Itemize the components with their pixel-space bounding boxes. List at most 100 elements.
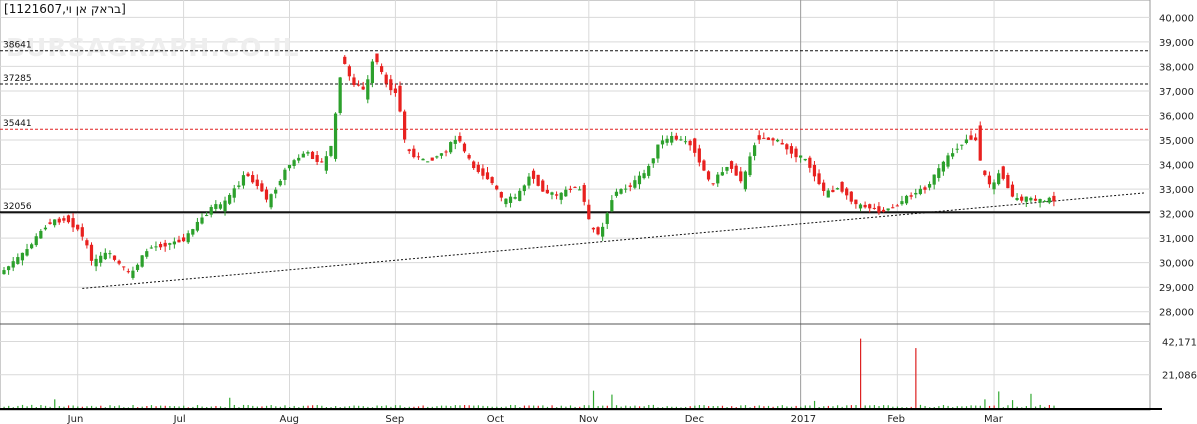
- volume-bar: [864, 405, 866, 408]
- volume-bar: [942, 405, 945, 408]
- volume-bar: [477, 405, 479, 408]
- volume-bar: [146, 406, 148, 408]
- candle-body: [752, 145, 757, 156]
- volume-bar: [744, 405, 747, 408]
- volume-bar: [491, 406, 493, 408]
- candle-body: [757, 135, 761, 140]
- volume-bar: [496, 406, 498, 408]
- volume-bar: [988, 405, 991, 408]
- candle-body: [720, 172, 724, 176]
- candle-body: [762, 137, 766, 139]
- volume-bar: [12, 407, 14, 408]
- candle-body: [228, 194, 232, 204]
- candle-body: [997, 173, 1001, 185]
- volume-bar: [206, 406, 208, 408]
- candle-body: [375, 53, 379, 63]
- x-tick-label: Sep: [385, 414, 404, 424]
- volume-bar: [841, 406, 843, 408]
- volume-bar: [528, 405, 530, 408]
- candle-body: [955, 148, 959, 150]
- volume-bar: [685, 406, 687, 408]
- y-tick-label: 36,000: [1159, 111, 1194, 122]
- volume-bar: [896, 406, 899, 408]
- candle-body: [430, 157, 434, 161]
- candle-body: [301, 153, 305, 158]
- volume-bar: [1034, 406, 1037, 408]
- volume-bar: [261, 406, 263, 408]
- candle-body: [251, 175, 255, 183]
- candle-body: [789, 146, 794, 154]
- candle-body: [1052, 195, 1056, 202]
- volume-bar: [901, 407, 903, 408]
- candle-body: [71, 218, 75, 228]
- candle-body: [983, 170, 987, 175]
- volume-bar: [210, 406, 212, 408]
- volume-bar: [49, 406, 51, 408]
- volume-bar: [381, 405, 383, 408]
- volume-bar: [510, 404, 512, 408]
- volume-bar: [565, 406, 567, 408]
- candle-body: [771, 138, 775, 141]
- candle-body: [154, 246, 158, 248]
- volume-bar: [215, 405, 217, 408]
- volume-bar: [537, 405, 539, 408]
- volume-bar: [289, 406, 291, 408]
- volume-bar: [1053, 405, 1055, 408]
- volume-bar: [54, 399, 56, 408]
- y-tick-label: 34,000: [1159, 161, 1194, 172]
- volume-bar: [910, 406, 912, 408]
- candle-body: [969, 135, 973, 140]
- candle-body: [946, 155, 950, 167]
- candle-body: [292, 160, 296, 166]
- candle-body: [545, 189, 549, 194]
- volume-bar: [358, 405, 360, 408]
- level-label: 37285: [3, 74, 32, 84]
- candle-body: [117, 260, 121, 264]
- candle-body: [343, 56, 347, 64]
- volume-bar: [569, 405, 572, 408]
- level-label: 32056: [3, 202, 32, 212]
- candle-body: [287, 164, 292, 169]
- candle-body: [467, 155, 471, 159]
- volume-bar: [31, 404, 33, 408]
- chart-root: BURSAGRAPH.CO.IL 38641 37285 35441 32056 40…: [0, 0, 1197, 424]
- candle-body: [577, 189, 582, 191]
- y-tick-label: 28,000: [1159, 308, 1194, 319]
- candle-body: [729, 161, 734, 169]
- candle-body: [1024, 196, 1028, 202]
- candle-body: [803, 158, 807, 161]
- candle-body: [172, 241, 176, 245]
- candle-body: [407, 149, 411, 152]
- candle-body: [191, 229, 195, 235]
- volume-bar: [440, 405, 443, 408]
- candle-body: [941, 161, 945, 172]
- candle-body: [904, 195, 909, 204]
- candle-body: [205, 215, 209, 217]
- volume-bar: [376, 405, 378, 408]
- volume-bar: [463, 405, 466, 408]
- candle-body: [1029, 197, 1033, 201]
- candle-body: [776, 139, 780, 142]
- candle-body: [518, 190, 522, 201]
- volume-bar: [454, 405, 456, 408]
- candle-body: [195, 221, 200, 231]
- x-tick-label: Feb: [887, 414, 905, 424]
- candle-body: [670, 135, 674, 143]
- candle-body: [43, 227, 48, 230]
- x-tick-label: Dec: [685, 414, 704, 424]
- level-label: 38641: [3, 41, 32, 51]
- candle-body: [462, 143, 467, 152]
- volume-bar: [689, 406, 691, 408]
- candle-body: [849, 191, 853, 202]
- candle-body: [241, 175, 246, 186]
- volume-bar: [952, 407, 954, 408]
- volume-bar: [450, 406, 452, 408]
- candle-body: [16, 257, 20, 264]
- candle-body: [103, 252, 107, 260]
- volume-bar: [293, 405, 295, 408]
- y-tick-label: 38,000: [1159, 62, 1194, 73]
- candle-body: [260, 183, 264, 192]
- candle-body: [122, 266, 126, 268]
- volume-bar: [606, 405, 608, 408]
- price-chart: BURSAGRAPH.CO.IL 38641 37285 35441 32056 40…: [0, 0, 1197, 424]
